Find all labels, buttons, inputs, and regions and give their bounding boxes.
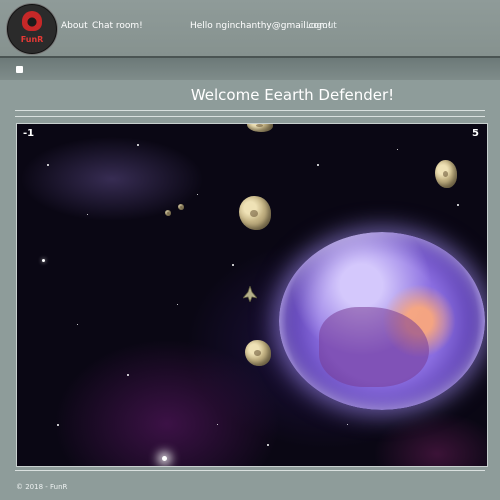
star	[177, 304, 178, 305]
asteroid	[178, 204, 184, 210]
score-left: -1	[23, 128, 35, 139]
score-right: 5	[472, 128, 479, 139]
asteroid	[165, 210, 171, 216]
star	[197, 194, 198, 195]
page-title: Welcome Eearth Defender!	[190, 86, 395, 104]
star	[42, 259, 45, 262]
star	[347, 424, 348, 425]
bright-star	[162, 456, 167, 461]
asteroid	[245, 340, 271, 366]
asteroid	[239, 196, 271, 230]
title-rule-top	[15, 110, 485, 111]
footer-rule	[15, 470, 485, 471]
nav-chat-room-link[interactable]: Chat room!	[92, 21, 143, 31]
title-rule-bottom	[15, 116, 485, 117]
menu-square-icon[interactable]	[16, 66, 23, 73]
planet-continent	[319, 307, 429, 387]
star	[232, 264, 234, 266]
star	[137, 144, 139, 146]
logo-text: FunR	[20, 35, 44, 44]
star	[77, 324, 78, 325]
star	[457, 204, 459, 206]
asteroid	[435, 160, 457, 188]
star	[127, 374, 129, 376]
star	[47, 164, 49, 166]
star	[267, 444, 269, 446]
asteroid	[247, 124, 273, 132]
game-canvas[interactable]: -1 5	[16, 123, 488, 467]
breadcrumb-strip	[0, 58, 500, 80]
top-navbar: FunR About Chat room! Hello nginchanthy@…	[0, 0, 500, 58]
helmet-icon	[22, 11, 42, 31]
nav-about-link[interactable]: About	[61, 21, 88, 31]
star	[317, 164, 319, 166]
footer-copyright: © 2018 - FunR	[16, 483, 68, 491]
star	[87, 214, 88, 215]
star	[57, 424, 59, 426]
spaceship-icon	[243, 286, 257, 302]
star	[217, 424, 218, 425]
funr-logo[interactable]: FunR	[7, 4, 57, 54]
logout-link[interactable]: Logout	[306, 21, 337, 31]
earth-planet	[279, 232, 485, 410]
star	[397, 149, 398, 150]
